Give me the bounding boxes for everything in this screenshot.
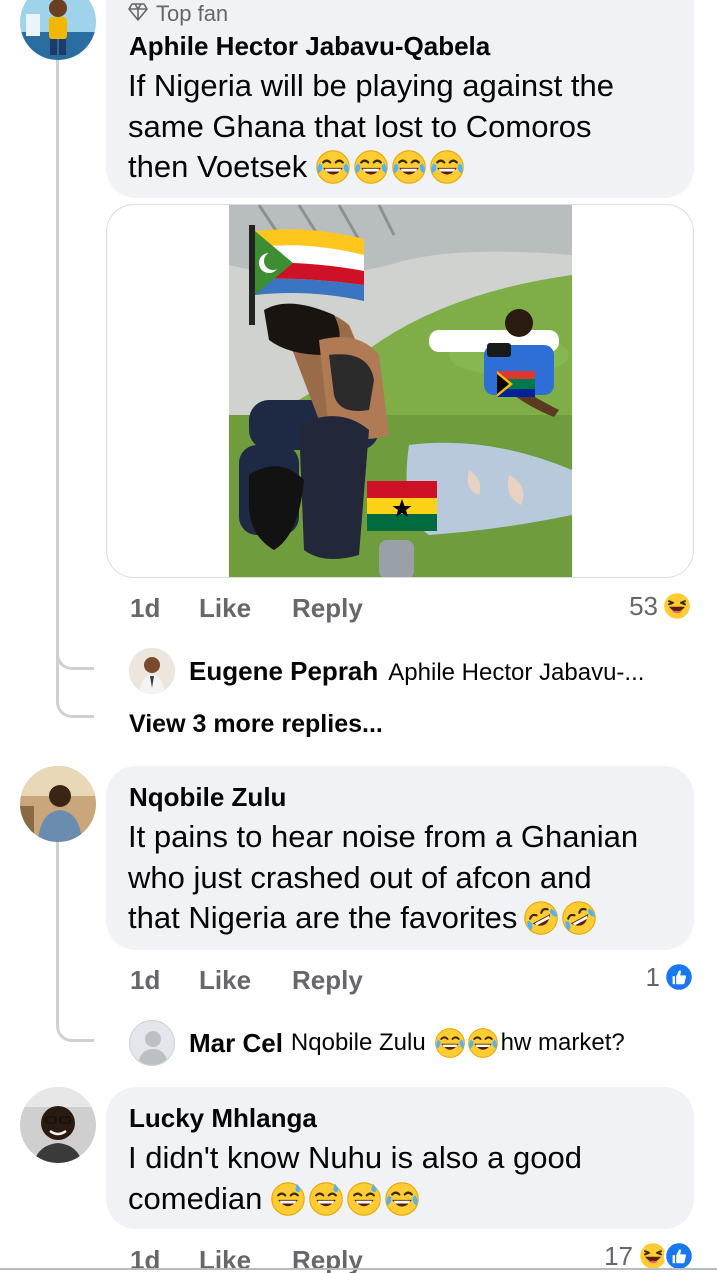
default-avatar-icon[interactable]	[129, 1020, 175, 1066]
comment-text: It pains to hear noise from a Ghanian wh…	[128, 817, 638, 939]
bottom-divider	[0, 1268, 717, 1270]
joy-emoji	[429, 149, 465, 185]
sweat-smile-emoji	[346, 1181, 382, 1217]
comment-line: comedian	[128, 1179, 582, 1220]
thread-elbow	[56, 660, 94, 718]
reply-snippet: Aphile Hector Jabavu-...	[388, 659, 645, 686]
comment-line: If Nigeria will be playing against the	[128, 68, 614, 103]
comment-time: 1d	[130, 593, 161, 623]
rofl-emoji	[523, 900, 559, 936]
comment-author[interactable]: Lucky Mhlanga	[129, 1103, 317, 1134]
reply-author[interactable]: Mar Cel	[189, 1028, 283, 1059]
comment-text: I didn't know Nuhu is also a good comedi…	[128, 1138, 582, 1219]
reaction-summary[interactable]: 1	[646, 961, 695, 993]
meme-photo[interactable]	[229, 205, 572, 577]
joy-emoji	[384, 1181, 420, 1217]
joy-emoji	[467, 1027, 499, 1059]
reply-preview[interactable]: Mar Cel Nqobile Zulu hw market?	[189, 1027, 625, 1059]
avatar[interactable]	[20, 0, 96, 60]
avatar[interactable]	[129, 648, 175, 694]
reaction-count: 1	[645, 961, 660, 992]
comment-line: that Nigeria are the favorites	[128, 898, 638, 939]
joy-emoji	[391, 149, 427, 185]
view-more-replies-link[interactable]: View 3 more replies...	[129, 710, 383, 739]
thread-elbow	[56, 990, 94, 1042]
diamond-icon	[128, 2, 148, 26]
reaction-summary[interactable]: 53	[629, 590, 693, 622]
sweat-smile-emoji	[270, 1181, 306, 1217]
rofl-emoji	[561, 900, 597, 936]
comoros-flag	[249, 225, 369, 325]
comment-line: then Voetsek	[128, 147, 614, 188]
reply-snippet: Nqobile Zulu	[290, 1029, 426, 1056]
comment-time: 1d	[130, 965, 161, 995]
top-fan-badge: Top fan	[128, 0, 228, 28]
like-button[interactable]: Like	[199, 593, 251, 624]
reply-snippet: hw market?	[500, 1029, 625, 1056]
comment-line: It pains to hear noise from a Ghanian	[128, 819, 639, 854]
reaction-count: 17	[604, 1240, 633, 1271]
comment-author[interactable]: Aphile Hector Jabavu-Qabela	[129, 31, 490, 62]
comment-author[interactable]: Nqobile Zulu	[129, 782, 286, 813]
joy-emoji	[315, 149, 351, 185]
comment-text: If Nigeria will be playing against the s…	[128, 66, 614, 188]
avatar[interactable]	[20, 1087, 96, 1163]
reply-author[interactable]: Eugene Peprah	[189, 656, 378, 687]
reply-button[interactable]: Reply	[292, 965, 363, 996]
thread-line	[56, 58, 59, 668]
sweat-smile-emoji	[308, 1181, 344, 1217]
comment-line: same Ghana that lost to Comoros	[128, 108, 592, 144]
badge-label: Top fan	[156, 1, 229, 26]
joy-emoji	[434, 1027, 466, 1059]
ghana-flag	[367, 481, 437, 531]
reply-button[interactable]: Reply	[292, 593, 363, 624]
avatar[interactable]	[20, 766, 96, 842]
haha-reaction-icon	[661, 590, 693, 622]
like-reaction-icon	[663, 961, 695, 993]
attachment-card[interactable]	[106, 204, 694, 578]
reply-preview[interactable]: Eugene Peprah Aphile Hector Jabavu-...	[189, 656, 644, 687]
like-button[interactable]: Like	[199, 965, 251, 996]
reaction-count: 53	[629, 590, 658, 621]
comment-line: who just crashed out of afcon and	[128, 859, 592, 895]
south-africa-flag	[497, 371, 535, 397]
thread-line	[56, 840, 59, 1000]
comment-line: I didn't know Nuhu is also a good	[128, 1140, 582, 1175]
joy-emoji	[353, 149, 389, 185]
